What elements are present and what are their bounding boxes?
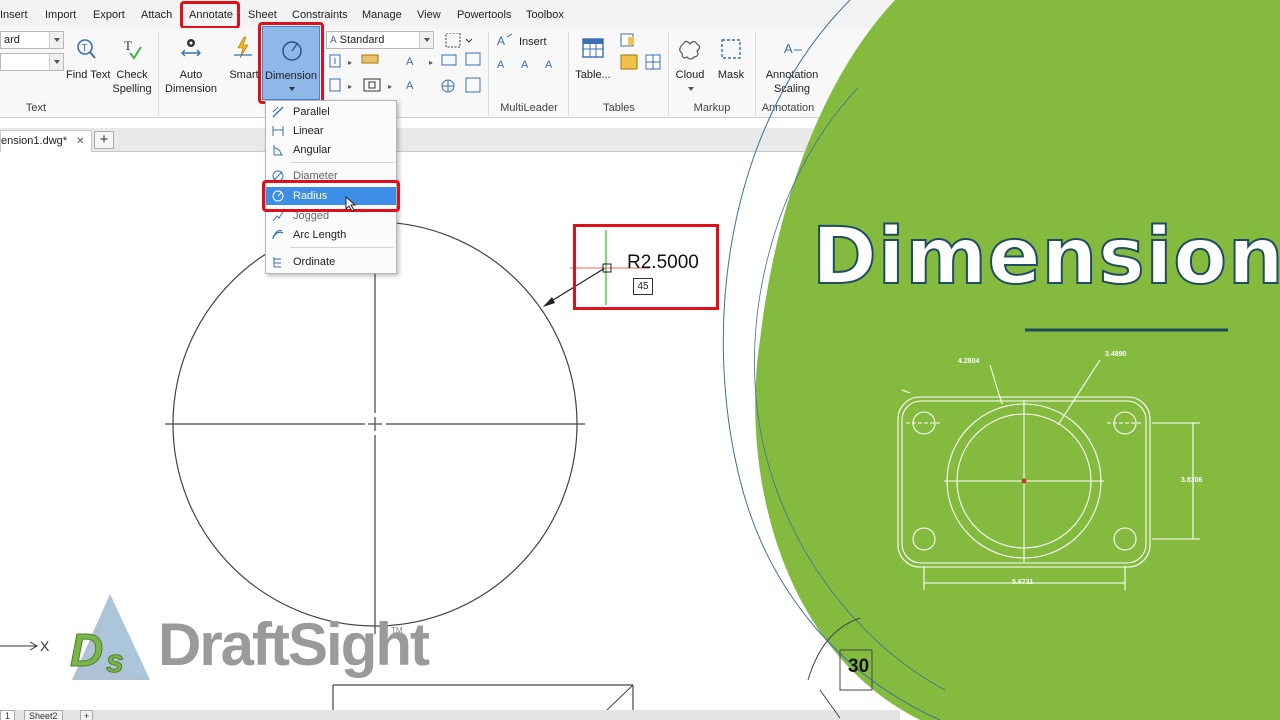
flange-dim-top-right: 3.4890 <box>1105 351 1127 358</box>
flange-dim-right: 3.8306 <box>1181 477 1203 484</box>
drawing-number-label: 30 <box>848 656 870 677</box>
flange-dim-bottom: 5.6731 <box>1012 579 1034 586</box>
flange-dim-top-left: 4.2804 <box>958 358 980 365</box>
promo-title: Dimensions <box>811 211 1280 303</box>
promo-panel <box>722 0 1280 720</box>
